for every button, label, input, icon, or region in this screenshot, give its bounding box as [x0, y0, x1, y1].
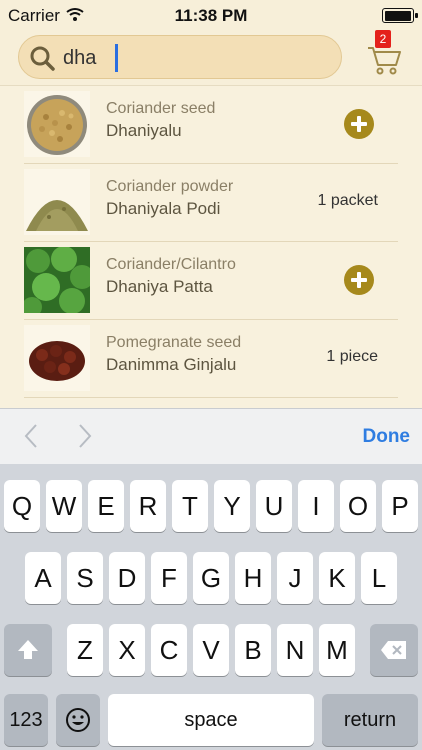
numbers-key[interactable]: 123: [4, 694, 48, 746]
key-j[interactable]: J: [277, 552, 313, 604]
key-k[interactable]: K: [319, 552, 355, 604]
key-y[interactable]: Y: [214, 480, 250, 532]
key-e[interactable]: E: [88, 480, 124, 532]
list-item[interactable]: Coriander/Cilantro Dhaniya Patta: [0, 242, 422, 320]
battery-icon: [382, 8, 418, 23]
header: 2: [0, 30, 422, 86]
key-g[interactable]: G: [193, 552, 229, 604]
space-key[interactable]: space: [108, 694, 314, 746]
key-u[interactable]: U: [256, 480, 292, 532]
add-icon[interactable]: [344, 109, 374, 139]
key-c[interactable]: C: [151, 624, 187, 676]
chevron-left-icon[interactable]: [20, 423, 42, 449]
shift-icon: [18, 640, 38, 659]
shift-key[interactable]: [4, 624, 52, 676]
add-icon[interactable]: [344, 265, 374, 295]
english-name: Coriander/Cilantro: [106, 256, 236, 273]
english-name: Coriander powder: [106, 178, 234, 195]
backspace-key[interactable]: [370, 624, 418, 676]
telugu-name: Danimma Ginjalu: [106, 355, 237, 374]
search-bar[interactable]: [18, 35, 342, 79]
key-m[interactable]: M: [319, 624, 355, 676]
key-a[interactable]: A: [25, 552, 61, 604]
key-v[interactable]: V: [193, 624, 229, 676]
key-s[interactable]: S: [67, 552, 103, 604]
telugu-name: Dhaniya Patta: [106, 277, 213, 296]
cilantro-thumbnail: [24, 247, 90, 313]
key-o[interactable]: O: [340, 480, 376, 532]
key-z[interactable]: Z: [67, 624, 103, 676]
pomegranate-seed-thumbnail: [24, 325, 90, 391]
key-n[interactable]: N: [277, 624, 313, 676]
coriander-powder-thumbnail: [24, 169, 90, 235]
emoji-icon: [66, 708, 90, 732]
key-l[interactable]: L: [361, 552, 397, 604]
key-q[interactable]: Q: [4, 480, 40, 532]
key-r[interactable]: R: [130, 480, 166, 532]
backspace-icon: [381, 641, 406, 659]
key-b[interactable]: B: [235, 624, 271, 676]
chevron-right-icon[interactable]: [74, 423, 96, 449]
divider: [24, 397, 398, 398]
telugu-name: Dhaniyala Podi: [106, 199, 221, 218]
key-h[interactable]: H: [235, 552, 271, 604]
status-bar: Carrier 11:38 PM: [0, 0, 422, 30]
coriander-seed-thumbnail: [24, 91, 90, 157]
key-p[interactable]: P: [382, 480, 418, 532]
search-input[interactable]: [63, 44, 323, 72]
ingredient-list: Coriander seed Dhaniyalu Coriander powde…: [0, 86, 422, 408]
key-i[interactable]: I: [298, 480, 334, 532]
list-item[interactable]: Pomegranate seed Danimma Ginjalu 1 piece: [0, 320, 422, 398]
quantity-label: 1 packet: [317, 192, 378, 209]
english-name: Coriander seed: [106, 100, 216, 117]
cart-badge: 2: [375, 30, 391, 48]
telugu-name: Dhaniyalu: [106, 121, 182, 140]
list-item[interactable]: Coriander powder Dhaniyala Podi 1 packet: [0, 164, 422, 242]
keyboard-accessory-bar: Done: [0, 408, 422, 464]
key-f[interactable]: F: [151, 552, 187, 604]
emoji-key[interactable]: [56, 694, 100, 746]
search-icon: [30, 46, 55, 71]
key-d[interactable]: D: [109, 552, 145, 604]
done-button[interactable]: Done: [363, 426, 411, 448]
key-t[interactable]: T: [172, 480, 208, 532]
text-cursor: [115, 44, 118, 72]
clock: 11:38 PM: [174, 6, 248, 25]
key-w[interactable]: W: [46, 480, 82, 532]
quantity-label: 1 piece: [326, 348, 378, 365]
keyboard: Q W E R T Y U I O P A S D F G H J K L Z …: [0, 464, 422, 750]
list-item[interactable]: Coriander seed Dhaniyalu: [0, 86, 422, 164]
return-key[interactable]: return: [322, 694, 418, 746]
key-x[interactable]: X: [109, 624, 145, 676]
english-name: Pomegranate seed: [106, 334, 242, 351]
